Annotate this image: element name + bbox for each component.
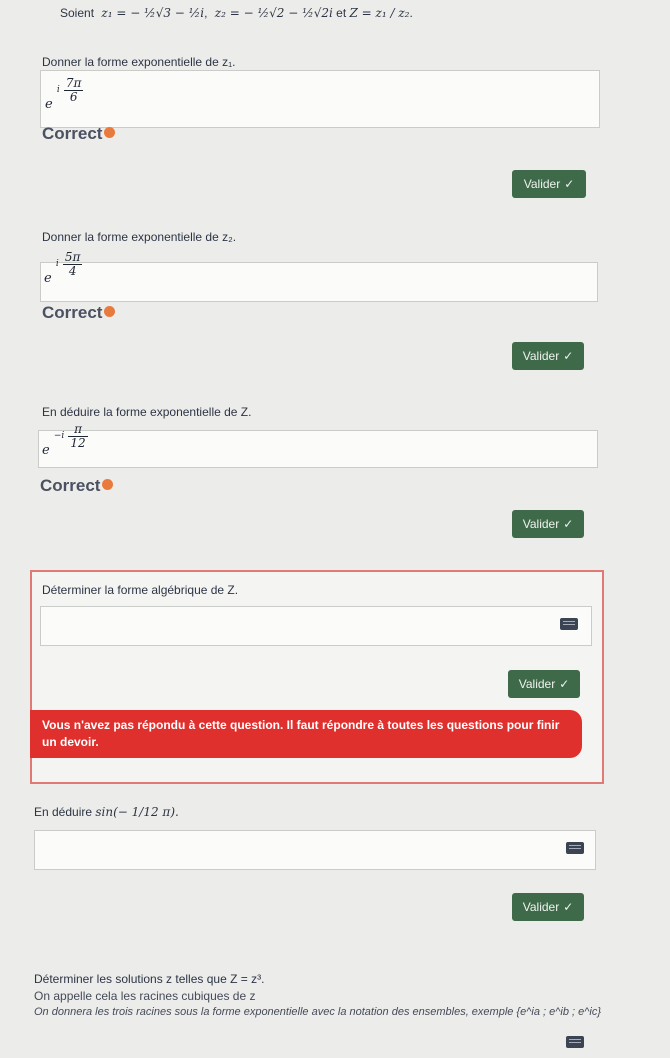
Z-expression: Z = z₁ / z₂ bbox=[349, 6, 410, 20]
question-1-status: Correct bbox=[42, 124, 116, 144]
question-1-answer-field[interactable]: e i 7π 6 bbox=[40, 70, 600, 128]
question-2-answer-field[interactable]: e i 5π 4 bbox=[40, 251, 598, 302]
error-message: Vous n'avez pas répondu à cette question… bbox=[42, 718, 560, 749]
answer-3-prefix: −i bbox=[53, 431, 65, 441]
checkmark-icon: ✓ bbox=[564, 177, 575, 191]
question-5-validate-button[interactable]: Valider ✓ bbox=[512, 893, 584, 921]
validate-label: Valider bbox=[522, 349, 560, 363]
answer-3-base: e bbox=[42, 443, 50, 458]
question-3-validate-button[interactable]: Valider ✓ bbox=[512, 510, 584, 538]
answer-1-prefix: i bbox=[56, 85, 60, 95]
status-dot-icon bbox=[104, 306, 116, 317]
question-2-status-text: Correct bbox=[42, 303, 103, 322]
keyboard-icon[interactable] bbox=[566, 1036, 584, 1048]
question-4-validate-button[interactable]: Valider ✓ bbox=[508, 670, 580, 698]
answer-3-denominator: 12 bbox=[70, 436, 86, 450]
answer-2-numerator: 5π bbox=[62, 250, 83, 265]
z2-expression: z₂ = − ½√2 − ½√2i bbox=[214, 6, 333, 20]
statement-link: et bbox=[336, 6, 347, 20]
validate-label: Valider bbox=[522, 517, 560, 531]
keyboard-icon[interactable] bbox=[560, 618, 578, 630]
answer-2-denominator: 4 bbox=[68, 264, 77, 278]
answer-1-denominator: 6 bbox=[69, 90, 78, 104]
question-4-answer-field[interactable] bbox=[40, 606, 592, 646]
question-6-note: On appelle cela les racines cubiques de … bbox=[34, 989, 256, 1003]
question-1-prompt: Donner la forme exponentielle de z₁. bbox=[42, 55, 236, 69]
question-3-prompt: En déduire la forme exponentielle de Z. bbox=[42, 405, 252, 419]
status-dot-icon bbox=[102, 479, 114, 490]
keyboard-icon[interactable] bbox=[566, 842, 584, 854]
question-2-prompt: Donner la forme exponentielle de z₂. bbox=[42, 230, 237, 244]
answer-2-prefix: i bbox=[55, 259, 59, 269]
answer-2-base: e bbox=[44, 271, 52, 286]
question-3-status-text: Correct bbox=[40, 476, 101, 495]
question-6-instruction: On donnera les trois racines sous la for… bbox=[34, 1006, 602, 1018]
statement-lead: Soient bbox=[60, 6, 95, 20]
checkmark-icon: ✓ bbox=[563, 517, 574, 531]
exercise-statement: Soient z₁ = − ½√3 − ½i, z₂ = − ½√2 − ½√2… bbox=[60, 6, 413, 20]
question-3-status: Correct bbox=[40, 476, 114, 496]
question-1-validate-button[interactable]: Valider ✓ bbox=[512, 170, 586, 198]
question-1-status-text: Correct bbox=[42, 124, 103, 143]
question-6-prompt: Déterminer les solutions z telles que Z … bbox=[34, 972, 265, 986]
question-5-answer-field[interactable] bbox=[34, 830, 596, 870]
question-5-prompt: En déduire sin(− 1/12 π). bbox=[34, 805, 179, 819]
validate-label: Valider bbox=[523, 177, 561, 191]
question-5-expression: sin(− 1/12 π). bbox=[95, 805, 179, 819]
question-5-lead: En déduire bbox=[34, 805, 93, 819]
answer-3-numerator: π bbox=[68, 423, 88, 437]
validate-label: Valider bbox=[518, 677, 556, 691]
answer-1-base: e bbox=[45, 97, 53, 112]
question-2-status: Correct bbox=[42, 303, 116, 323]
checkmark-icon: ✓ bbox=[563, 349, 574, 363]
validate-label: Valider bbox=[522, 900, 560, 914]
answer-1-numerator: 7π bbox=[63, 76, 84, 91]
question-3-answer-field[interactable]: e −i π 12 bbox=[38, 423, 598, 468]
checkmark-icon: ✓ bbox=[563, 900, 574, 914]
checkmark-icon: ✓ bbox=[559, 677, 570, 691]
z1-expression: z₁ = − ½√3 − ½i bbox=[101, 6, 205, 20]
status-dot-icon bbox=[104, 127, 116, 138]
question-2-validate-button[interactable]: Valider ✓ bbox=[512, 342, 584, 370]
question-4-prompt: Déterminer la forme algébrique de Z. bbox=[42, 583, 239, 597]
